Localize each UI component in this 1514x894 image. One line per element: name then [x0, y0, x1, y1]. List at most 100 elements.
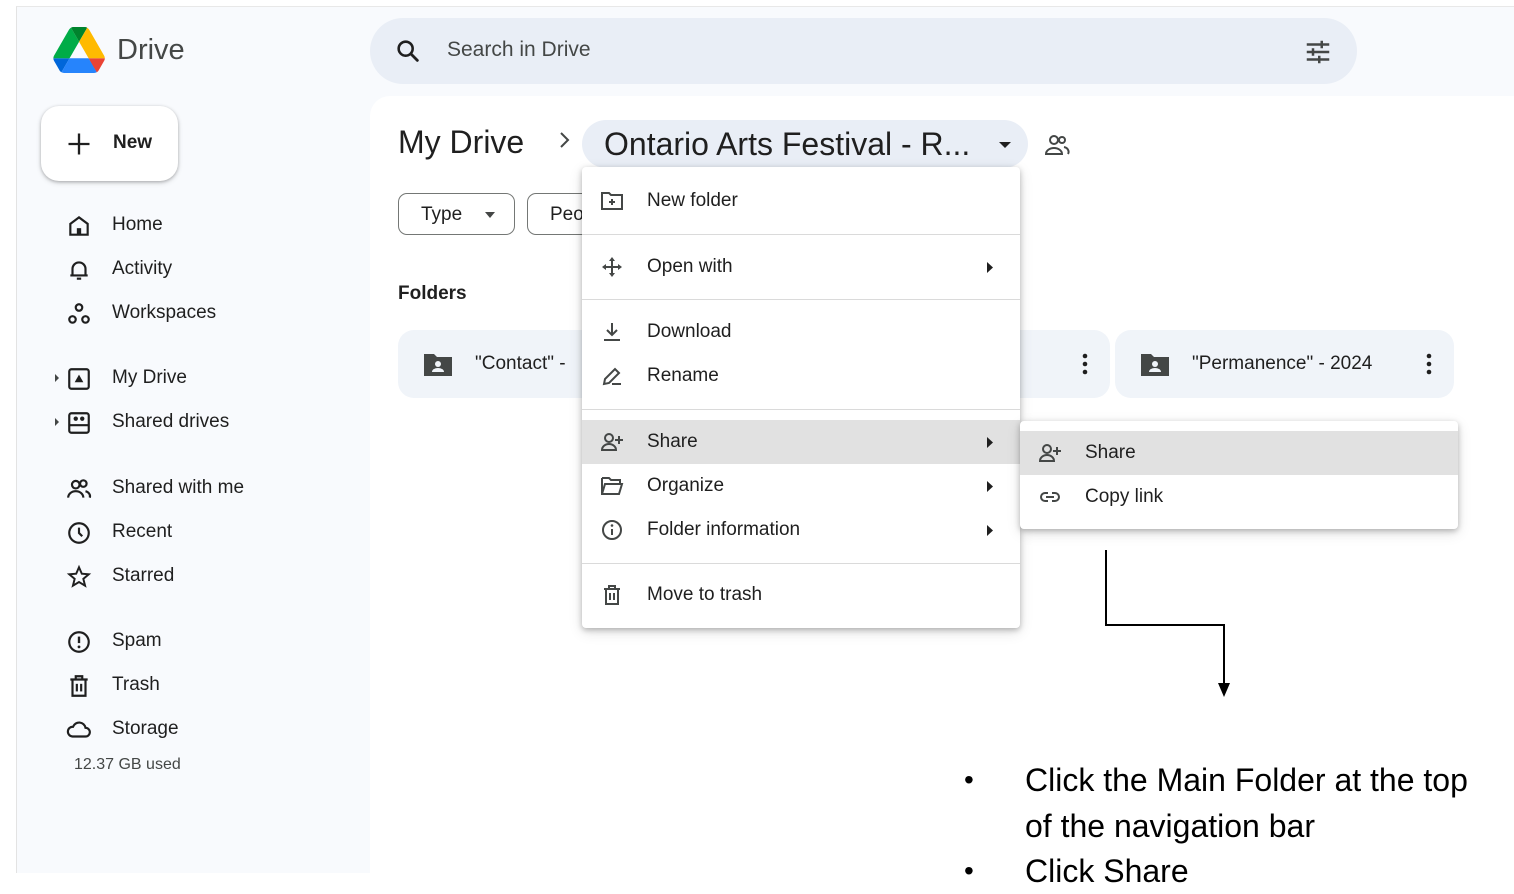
folder-name: "Permanence" - 2024: [1192, 353, 1373, 374]
bell-icon: [70, 261, 88, 280]
folders-heading: Folders: [398, 283, 467, 304]
trash-icon: [70, 675, 88, 697]
share-person-icon: [1038, 444, 1061, 462]
drive-logo-icon: [53, 27, 105, 73]
share-person-icon: [600, 433, 623, 451]
sidebar-item-label: Recent: [112, 521, 173, 542]
new-folder-icon: [601, 192, 623, 210]
shared-folder-icon: [424, 354, 452, 376]
submenu-item-label: Share: [1085, 442, 1136, 463]
open-with-icon: [602, 257, 622, 277]
expand-caret-icon[interactable]: [53, 417, 61, 427]
menu-item-new-folder[interactable]: New folder: [582, 179, 1020, 223]
sidebar-item-shared-drives[interactable]: Shared drives: [17, 403, 357, 443]
home-icon: [69, 215, 89, 236]
breadcrumb-current-folder[interactable]: Ontario Arts Festival - R...: [582, 120, 1028, 168]
sidebar-item-label: Storage: [112, 718, 179, 739]
sidebar-item-label: Workspaces: [112, 302, 217, 323]
people-icon: [67, 479, 92, 498]
download-icon: [604, 323, 620, 341]
sidebar-item-my-drive[interactable]: My Drive: [17, 359, 357, 399]
search-icon[interactable]: [394, 37, 422, 65]
annotation-arrow: [1105, 550, 1230, 697]
submenu-arrow-icon: [987, 437, 993, 448]
menu-divider: [582, 234, 1020, 235]
menu-item-move-to-trash[interactable]: Move to trash: [582, 573, 1020, 617]
share-submenu: Share Copy link: [1020, 421, 1458, 529]
search-options-icon[interactable]: [1303, 37, 1333, 67]
dropdown-arrow-icon: [485, 212, 495, 218]
sidebar-item-label: My Drive: [112, 367, 187, 388]
my-drive-icon: [68, 368, 90, 390]
submenu-item-label: Copy link: [1085, 486, 1164, 507]
menu-item-label: Organize: [647, 475, 725, 496]
sidebar-item-label: Activity: [112, 258, 173, 279]
sidebar-item-recent[interactable]: Recent: [17, 513, 357, 553]
shared-drives-icon: [68, 412, 90, 434]
shared-folder-icon: [1141, 354, 1169, 376]
folder-name: "Contact" -: [475, 353, 566, 374]
sidebar-item-shared-with-me[interactable]: Shared with me: [17, 469, 357, 509]
instruction-text: Click Share: [1025, 853, 1189, 889]
sidebar-item-workspaces[interactable]: Workspaces: [17, 294, 357, 334]
menu-item-label: Share: [647, 431, 698, 452]
folder-card[interactable]: "Permanence" - 2024: [1115, 330, 1454, 398]
bullet-icon: •: [964, 764, 974, 795]
sidebar-item-starred[interactable]: Starred: [17, 557, 357, 597]
menu-item-open-with[interactable]: Open with: [582, 245, 1020, 289]
menu-divider: [582, 563, 1020, 564]
sidebar-item-spam[interactable]: Spam: [17, 622, 357, 662]
submenu-arrow-icon: [987, 525, 993, 536]
clock-icon: [68, 522, 90, 544]
menu-item-label: Rename: [647, 365, 719, 386]
submenu-item-share[interactable]: Share: [1020, 431, 1458, 475]
new-button[interactable]: New: [41, 106, 178, 181]
chip-label: Type: [421, 204, 463, 225]
current-folder-name: Ontario Arts Festival - R...: [604, 126, 971, 162]
app-name: Drive: [117, 33, 185, 66]
star-icon: [66, 564, 92, 588]
sidebar-item-storage[interactable]: Storage: [17, 710, 357, 750]
trash-icon: [604, 585, 620, 605]
instruction-text: Click the Main Folder at the top of the …: [1025, 762, 1468, 844]
storage-used-text: 12.37 GB used: [74, 756, 181, 773]
drive-logo[interactable]: Drive: [53, 27, 185, 73]
sidebar-item-trash[interactable]: Trash: [17, 666, 357, 706]
cloud-icon: [66, 721, 91, 738]
more-options-icon[interactable]: [1426, 352, 1432, 376]
menu-item-download[interactable]: Download: [582, 310, 1020, 354]
info-icon: [602, 520, 622, 540]
menu-item-label: New folder: [647, 190, 738, 211]
menu-item-organize[interactable]: Organize: [582, 464, 1020, 508]
submenu-item-copy-link[interactable]: Copy link: [1020, 475, 1458, 519]
new-button-label: New: [113, 132, 153, 153]
menu-item-label: Download: [647, 321, 732, 342]
sidebar-item-home[interactable]: Home: [17, 206, 357, 246]
folder-context-menu: New folder Open with Download Rename Sha…: [582, 167, 1020, 628]
submenu-arrow-icon: [987, 481, 993, 492]
sidebar-item-label: Shared drives: [112, 411, 230, 432]
rename-icon: [602, 367, 621, 386]
plus-icon: [68, 133, 90, 155]
dropdown-arrow-icon: [999, 142, 1011, 148]
bullet-icon: •: [964, 855, 974, 886]
spam-icon: [68, 631, 90, 653]
sidebar-item-label: Starred: [112, 565, 175, 586]
link-icon: [1040, 492, 1060, 502]
sidebar-item-label: Home: [112, 214, 163, 235]
sidebar-item-activity[interactable]: Activity: [17, 250, 357, 290]
type-filter-chip[interactable]: Type: [398, 193, 515, 235]
menu-item-folder-information[interactable]: Folder information: [582, 508, 1020, 552]
shared-folder-icon: [1044, 135, 1070, 155]
sidebar-item-label: Trash: [112, 674, 160, 695]
expand-caret-icon[interactable]: [53, 373, 61, 383]
menu-item-rename[interactable]: Rename: [582, 354, 1020, 398]
chip-label: Peo: [550, 204, 584, 225]
more-options-icon[interactable]: [1082, 352, 1088, 376]
breadcrumb-my-drive[interactable]: My Drive: [398, 124, 524, 161]
search-bar[interactable]: Search in Drive: [370, 18, 1357, 84]
search-input[interactable]: Search in Drive: [447, 38, 591, 62]
menu-item-label: Folder information: [647, 519, 801, 540]
menu-item-share[interactable]: Share: [582, 420, 1020, 464]
folder-open-icon: [601, 477, 624, 495]
